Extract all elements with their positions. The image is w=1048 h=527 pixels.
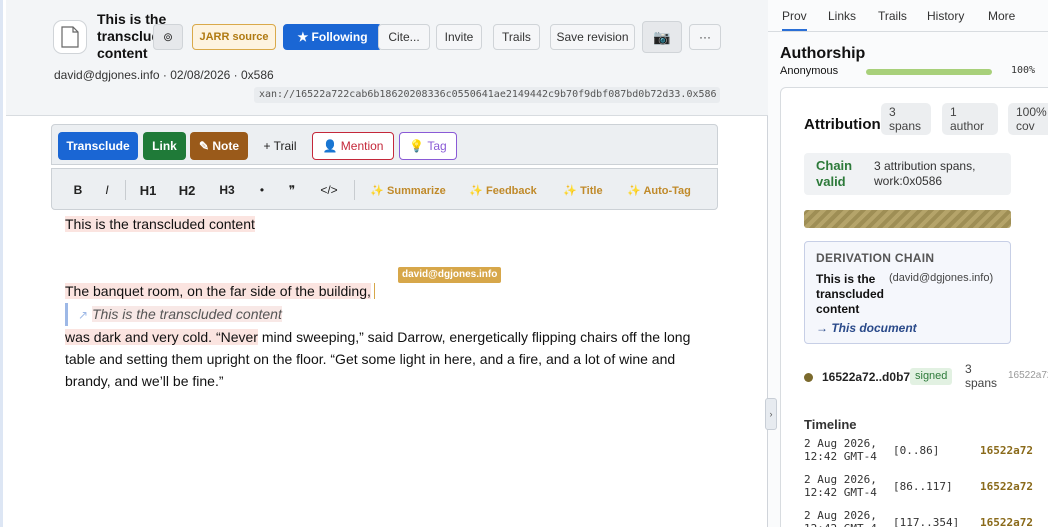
timeline-range: [86..117] xyxy=(893,480,953,493)
h1-button[interactable]: H1 xyxy=(136,181,160,199)
document-meta: david@dgjones.info · 02/08/2026 · 0x586 xyxy=(54,68,274,82)
timeline-range: [0..86] xyxy=(893,444,940,457)
jarr-source-label: JARR source xyxy=(199,31,269,43)
editor-pane: This is the transcluded content ⊚ JARR s… xyxy=(0,0,771,527)
note-button[interactable]: ✎ Note xyxy=(190,132,248,160)
provenance-panel: Prov Links Trails History More Authorshi… xyxy=(768,0,1048,527)
timeline-range: [117..354] xyxy=(893,516,960,527)
transclusion-text: This is the transcluded content xyxy=(91,306,282,322)
content-line: This is the transcluded content xyxy=(65,213,715,235)
code-button[interactable]: </> xyxy=(317,181,341,199)
more-button[interactable]: ··· xyxy=(689,24,721,50)
panel-tabs: Prov Links Trails History More xyxy=(768,0,1048,32)
transclusion-icon: ↗ xyxy=(78,308,89,322)
timeline-hash: 16522a72 xyxy=(980,516,1033,527)
app-root: This is the transcluded content ⊚ JARR s… xyxy=(0,0,1048,527)
quote-button[interactable]: ❞ xyxy=(284,181,300,199)
feedback-button[interactable]: ✨ Feedback xyxy=(467,181,539,199)
cite-button[interactable]: Cite... xyxy=(378,24,430,50)
bullet-list-button[interactable]: • xyxy=(255,181,269,199)
h3-button[interactable]: H3 xyxy=(216,181,238,199)
attribution-card: Attribution 3 spans 1 author 100% cov Ch… xyxy=(780,87,1048,527)
provenance-content: Authorship Anonymous 100% Attribution 3 … xyxy=(768,32,1048,527)
invite-button[interactable]: Invite xyxy=(436,24,482,50)
transclusion-block[interactable]: ↗ This is the transcluded content xyxy=(65,303,282,326)
signature-hash-short: 16522a72 xyxy=(1008,370,1048,381)
content-line: The banquet room, on the far side of the… xyxy=(65,280,715,303)
format-toolbar: B I H1 H2 H3 • ❞ </> ✨ Summarize ✨ Feedb… xyxy=(51,168,718,210)
link-button[interactable]: Link xyxy=(143,132,186,160)
timeline-row[interactable]: 2 Aug 2026, 12:42 GMT-4 [86..117] 16522a… xyxy=(804,473,1048,503)
bold-button[interactable]: B xyxy=(70,181,86,199)
cursor-marker xyxy=(373,283,379,299)
tag-button[interactable]: 💡 Tag xyxy=(399,132,457,160)
timeline-date: 2 Aug 2026, 12:42 GMT-4 xyxy=(804,437,877,463)
camera-icon: 📷 xyxy=(653,28,671,45)
paragraph-highlight: was dark and very cold. “Never xyxy=(65,329,258,345)
spans-chip: 3 spans xyxy=(881,103,931,135)
signature-row[interactable]: 16522a72..d0b72d33 signed 3 spans 16522a… xyxy=(804,362,1048,398)
timeline-hash: 16522a72 xyxy=(980,444,1033,457)
signature-spans: 3 spans xyxy=(965,362,998,390)
signed-badge: signed xyxy=(910,368,953,385)
toolbar-divider xyxy=(354,180,355,200)
signature-dot xyxy=(804,373,813,382)
tab-links[interactable]: Links xyxy=(828,9,856,23)
tab-history[interactable]: History xyxy=(927,9,964,23)
mention-button[interactable]: 👤 Mention xyxy=(312,132,394,160)
tab-more[interactable]: More xyxy=(988,9,1015,23)
authorship-bar xyxy=(866,69,992,75)
trails-button[interactable]: Trails xyxy=(493,24,540,50)
timeline-date: 2 Aug 2026, 12:42 GMT-4 xyxy=(804,473,877,499)
tab-prov[interactable]: Prov xyxy=(782,9,807,31)
jarr-source-button[interactable]: JARR source xyxy=(192,24,276,50)
xanadu-address[interactable]: xan://16522a722cab6b18620208336c0550641a… xyxy=(254,87,720,103)
timeline-date: 2 Aug 2026, 12:42 GMT-4 xyxy=(804,509,877,527)
timeline-heading: Timeline xyxy=(804,417,857,432)
h2-button[interactable]: H2 xyxy=(175,181,199,199)
author-name: Anonymous xyxy=(780,65,839,77)
transclude-button[interactable]: Transclude xyxy=(58,132,138,160)
timeline-row[interactable]: 2 Aug 2026, 12:42 GMT-4 [117..354] 16522… xyxy=(804,509,1048,527)
this-document-link[interactable]: → This document xyxy=(816,321,917,335)
italic-button[interactable]: I xyxy=(100,181,114,199)
timeline-row[interactable]: 2 Aug 2026, 12:42 GMT-4 [0..86] 16522a72 xyxy=(804,437,1048,467)
panel-collapse-button[interactable]: › xyxy=(765,398,777,430)
attribution-strip xyxy=(804,210,1011,228)
chain-valid-label: Chain valid xyxy=(816,158,853,189)
signature-hash: 16522a72..d0b72d33 xyxy=(822,370,910,384)
document-icon xyxy=(53,20,87,54)
save-revision-button[interactable]: Save revision xyxy=(550,24,635,50)
title-button[interactable]: ✨ Title xyxy=(561,181,605,199)
derivation-source-title: This is the transcluded content xyxy=(816,272,885,316)
derivation-chain: DERIVATION CHAIN This is the transcluded… xyxy=(804,241,1011,344)
settings-button[interactable]: ⊚ xyxy=(153,24,183,50)
authors-chip: 1 author xyxy=(942,103,998,135)
derivation-source-author: (david@dgjones.info) xyxy=(889,272,994,284)
paragraph-start: The banquet room, on the far side of the… xyxy=(65,283,371,299)
authorship-heading: Authorship xyxy=(780,45,866,62)
attribution-heading: Attribution xyxy=(804,116,881,133)
action-toolbar: Transclude Link ✎ Note + Trail 👤 Mention… xyxy=(51,124,718,165)
summarize-button[interactable]: ✨ Summarize xyxy=(368,181,448,199)
tab-trails[interactable]: Trails xyxy=(878,9,907,23)
auto-tag-button[interactable]: ✨ Auto-Tag xyxy=(625,181,693,199)
following-button[interactable]: ★ Following xyxy=(283,24,382,50)
paragraph-continued: was dark and very cold. “Never mind swee… xyxy=(65,326,715,392)
trail-button[interactable]: + Trail xyxy=(255,132,305,160)
camera-button[interactable]: 📷 xyxy=(642,21,682,53)
transcluded-line: This is the transcluded content xyxy=(65,216,255,232)
authorship-percent: 100% xyxy=(1011,65,1036,76)
chain-description: 3 attribution spans, work:0x0586 xyxy=(874,159,976,188)
derivation-heading: DERIVATION CHAIN xyxy=(816,251,935,265)
timeline-hash: 16522a72 xyxy=(980,480,1033,493)
coverage-chip: 100% cov xyxy=(1008,103,1048,135)
author-tag: david@dgjones.info xyxy=(398,267,502,283)
toolbar-divider xyxy=(125,180,126,200)
chain-status: Chain valid 3 attribution spans, work:0x… xyxy=(804,153,1011,195)
document-header: This is the transcluded content ⊚ JARR s… xyxy=(6,0,771,116)
